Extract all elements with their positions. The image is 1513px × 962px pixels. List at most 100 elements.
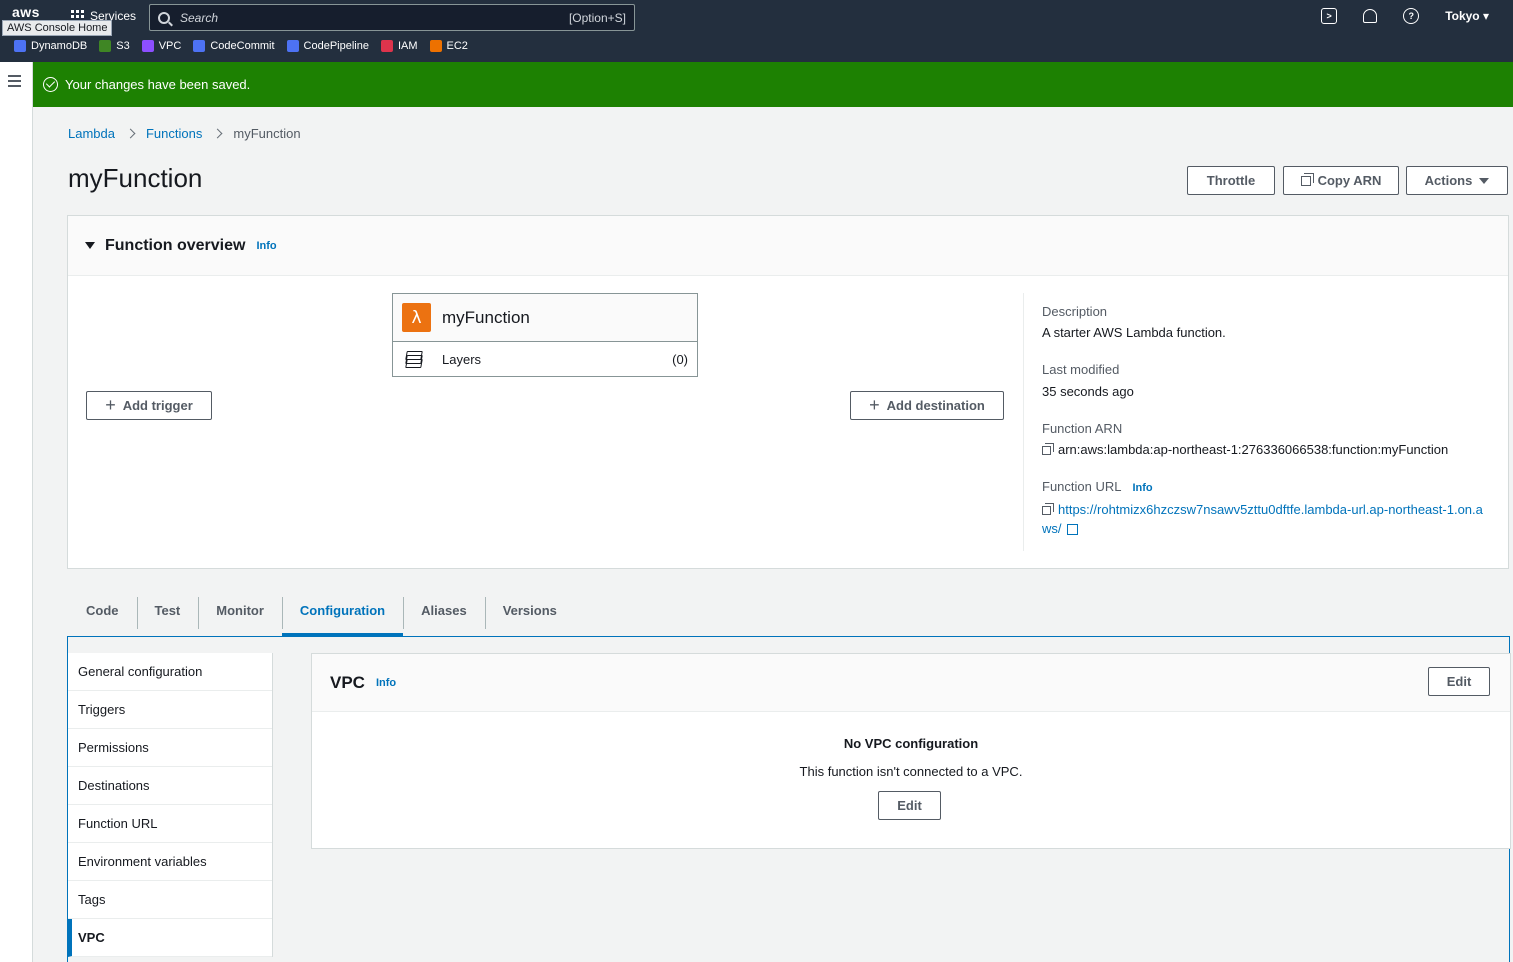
cloudshell-icon[interactable]: > — [1321, 8, 1338, 24]
function-overview-title: Function overview — [105, 236, 246, 254]
config-nav-tags[interactable]: Tags — [68, 881, 272, 919]
info-link[interactable]: Info — [1132, 482, 1152, 494]
function-diagram-header: λ myFunction — [393, 294, 697, 342]
favorite-ec2[interactable]: EC2 — [429, 40, 468, 52]
favorite-codepipeline[interactable]: CodePipeline — [286, 40, 369, 52]
caret-down-icon — [1479, 177, 1490, 184]
favorite-label: CodeCommit — [210, 40, 275, 52]
function-arn-row: arn:aws:lambda:ap-northeast-1:2763360665… — [1042, 442, 1503, 457]
function-url-label-row: Function URL Info — [1042, 479, 1503, 494]
help-icon[interactable]: ? — [1403, 8, 1420, 24]
breadcrumb: Lambda Functions myFunction — [68, 126, 301, 141]
console-home-tooltip: AWS Console Home — [2, 20, 113, 36]
ec2-icon — [429, 40, 442, 52]
search-placeholder: Search — [180, 10, 219, 25]
search-input[interactable]: Search [Option+S] — [149, 4, 635, 31]
description-label: Description — [1042, 304, 1108, 319]
function-overview-header[interactable]: Function overview Info — [68, 216, 1508, 276]
breadcrumb-current: myFunction — [233, 126, 301, 141]
flash-message: Your changes have been saved. — [65, 77, 251, 92]
copy-icon — [1300, 172, 1314, 186]
favorite-label: S3 — [116, 40, 130, 52]
function-arn-label: Function ARN — [1042, 421, 1123, 436]
copy-icon[interactable] — [1042, 443, 1054, 456]
notifications-bell-icon[interactable] — [1363, 9, 1378, 23]
info-link[interactable]: Info — [376, 677, 396, 689]
layers-label: Layers — [442, 351, 482, 367]
empty-state-text: This function isn't connected to a VPC. — [799, 764, 1023, 779]
s3-icon — [99, 40, 112, 52]
page-title: myFunction — [68, 163, 203, 193]
config-nav-vpc[interactable]: VPC — [68, 919, 272, 957]
empty-state-edit-button[interactable]: Edit — [878, 791, 941, 820]
add-trigger-button[interactable]: + Add trigger — [86, 391, 212, 420]
description-value: A starter AWS Lambda function. — [1042, 325, 1226, 340]
tab-test[interactable]: Test — [136, 593, 199, 636]
favorite-label: IAM — [397, 40, 418, 52]
vpc-panel: VPC Info Edit No VPC configuration This … — [311, 653, 1511, 849]
add-destination-label: Add destination — [886, 398, 985, 413]
copy-arn-label: Copy ARN — [1317, 173, 1382, 188]
copy-arn-button[interactable]: Copy ARN — [1283, 166, 1399, 195]
side-navigation-strip — [0, 62, 33, 962]
favorite-dynamodb[interactable]: DynamoDB — [14, 40, 87, 52]
tab-monitor[interactable]: Monitor — [198, 593, 282, 636]
config-nav-environment-variables[interactable]: Environment variables — [68, 843, 272, 881]
layers-count: (0) — [672, 351, 688, 367]
breadcrumb-lambda[interactable]: Lambda — [68, 126, 115, 141]
function-details: Description A starter AWS Lambda functio… — [1023, 293, 1503, 551]
configuration-panel: General configuration Triggers Permissio… — [67, 636, 1511, 962]
tab-aliases[interactable]: Aliases — [403, 593, 485, 636]
dynamodb-icon — [14, 40, 26, 52]
codecommit-icon — [193, 40, 206, 52]
tab-configuration[interactable]: Configuration — [281, 593, 404, 636]
configuration-side-nav: General configuration Triggers Permissio… — [68, 653, 273, 957]
breadcrumb-functions[interactable]: Functions — [146, 126, 202, 141]
chevron-right-icon — [125, 128, 136, 139]
vpc-panel-header: VPC Info — [312, 654, 1510, 712]
function-diagram-box: λ myFunction Layers (0) — [392, 293, 698, 377]
plus-icon: + — [869, 394, 880, 415]
actions-label: Actions — [1424, 173, 1473, 188]
layers-row[interactable]: Layers (0) — [393, 342, 697, 376]
config-nav-permissions[interactable]: Permissions — [68, 729, 272, 767]
chevron-right-icon — [212, 128, 223, 139]
edit-label: Edit — [1446, 674, 1472, 689]
add-destination-button[interactable]: + Add destination — [850, 391, 1004, 420]
lambda-icon: λ — [402, 303, 431, 332]
config-nav-triggers[interactable]: Triggers — [68, 691, 272, 729]
favorite-s3[interactable]: S3 — [99, 40, 130, 52]
external-link-icon — [1066, 524, 1078, 536]
codepipeline-icon — [286, 40, 299, 52]
favorite-label: VPC — [158, 40, 182, 52]
config-nav-destinations[interactable]: Destinations — [68, 767, 272, 805]
collapse-triangle-icon[interactable] — [85, 242, 95, 249]
config-nav-function-url[interactable]: Function URL — [68, 805, 272, 843]
favorite-vpc[interactable]: VPC — [141, 40, 182, 52]
aws-logo[interactable]: aws — [12, 4, 40, 20]
vpc-edit-button[interactable]: Edit — [1428, 667, 1490, 696]
favorite-iam[interactable]: IAM — [380, 40, 418, 52]
region-label: Tokyo — [1445, 9, 1480, 23]
vpc-empty-state: No VPC configuration This function isn't… — [312, 712, 1510, 779]
info-link[interactable]: Info — [256, 240, 276, 252]
function-arn-value: arn:aws:lambda:ap-northeast-1:2763360665… — [1058, 442, 1449, 457]
actions-dropdown-button[interactable]: Actions — [1406, 166, 1508, 195]
tab-versions[interactable]: Versions — [484, 593, 575, 636]
copy-icon[interactable] — [1042, 503, 1054, 516]
region-selector[interactable]: Tokyo ▾ — [1445, 9, 1489, 23]
function-url-row: https://rohtmizx6hzczsw7nsawv5zttu0dftfe… — [1042, 500, 1492, 538]
search-icon — [158, 11, 170, 24]
function-url-label: Function URL — [1042, 479, 1122, 494]
favorite-codecommit[interactable]: CodeCommit — [193, 40, 275, 52]
last-modified-value: 35 seconds ago — [1042, 384, 1134, 399]
hamburger-menu-icon[interactable] — [8, 75, 21, 90]
throttle-button[interactable]: Throttle — [1187, 166, 1275, 195]
function-url-link[interactable]: https://rohtmizx6hzczsw7nsawv5zttu0dftfe… — [1042, 502, 1483, 536]
success-flash-banner: Your changes have been saved. — [33, 62, 1513, 107]
edit-label: Edit — [897, 798, 922, 813]
config-nav-general-configuration[interactable]: General configuration — [68, 653, 272, 691]
tab-code[interactable]: Code — [68, 593, 137, 636]
plus-icon: + — [105, 394, 116, 415]
function-diagram-name: myFunction — [442, 307, 530, 327]
